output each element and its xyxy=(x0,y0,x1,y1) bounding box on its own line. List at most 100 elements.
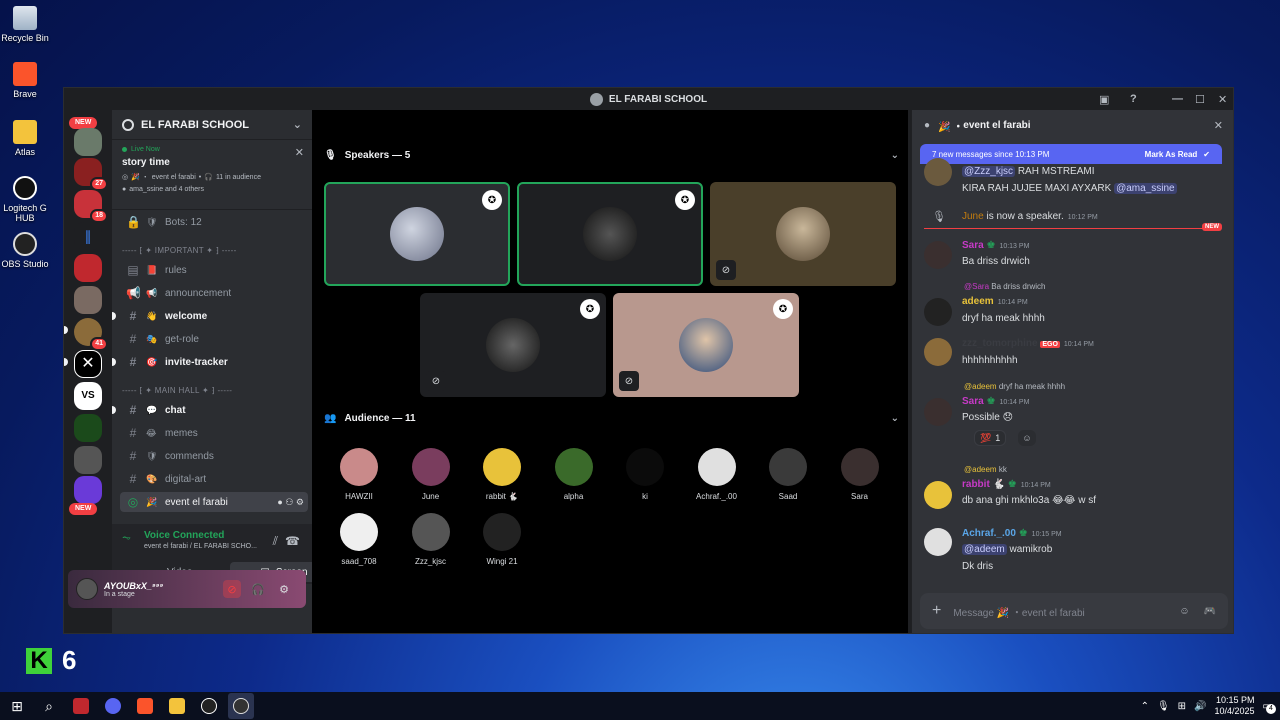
speaker-tile[interactable]: ⊘ xyxy=(710,182,896,286)
inbox-icon[interactable]: ▣ xyxy=(1099,88,1109,110)
server-icon[interactable]: 18 xyxy=(74,190,108,223)
speaker-tile[interactable]: ✪ xyxy=(517,182,703,286)
brave-icon[interactable] xyxy=(132,693,158,719)
audience-header[interactable]: 👥 Audience — 11 ⌄ xyxy=(324,413,899,424)
server-icon[interactable]: 41 xyxy=(74,318,108,351)
audience-name: Zzz_kjsc xyxy=(414,557,447,566)
message-input[interactable]: + Message 🎉 ・event el farabi ☺ 🎮 xyxy=(920,593,1228,629)
channel-get-role[interactable]: # 🎭 get-role xyxy=(120,329,308,349)
reaction[interactable]: 💯 1 xyxy=(974,430,1007,446)
desktop-icon-atlas[interactable]: Atlas xyxy=(0,120,50,157)
close-icon[interactable]: ✕ xyxy=(1214,119,1223,132)
live-stage-card[interactable]: Live Now story time ◎ 🎉 ・ event el farabi … xyxy=(112,140,312,210)
help-icon[interactable]: ? xyxy=(1130,88,1137,110)
channel-commends[interactable]: # 🛡 commends xyxy=(120,446,308,466)
speaker-tile[interactable]: ✪ ⊘ xyxy=(420,293,606,397)
chat-channel-name: event el farabi xyxy=(963,119,1031,131)
user-panel: AYOUBxX_⁹⁹⁹ In a stage ⊘ 🎧 ⚙ xyxy=(68,570,306,608)
server-icon[interactable] xyxy=(74,128,102,156)
hash-icon: # xyxy=(129,472,137,486)
notification-icon[interactable]: ▭4 xyxy=(1263,701,1276,714)
server-icon[interactable]: 27 xyxy=(74,158,108,191)
server-icon[interactable] xyxy=(74,286,102,314)
audience-name: saad_708 xyxy=(341,557,377,566)
desktop-icon-logitech[interactable]: Logitech G HUB xyxy=(0,176,50,223)
desktop-icon-brave[interactable]: Brave xyxy=(0,62,50,99)
audience-member[interactable]: ki xyxy=(615,448,675,501)
channel-memes[interactable]: # 😂 memes xyxy=(120,423,308,443)
settings-button[interactable]: ⚙ xyxy=(275,580,293,598)
moderator-icon: ✪ xyxy=(675,190,695,210)
channel-welcome[interactable]: # 👋 welcome xyxy=(112,306,308,326)
file-explorer-icon[interactable] xyxy=(164,693,190,719)
microphone-icon[interactable]: 🎙 xyxy=(1157,701,1170,712)
speakers-header[interactable]: 🎙 Speakers — 5 ⌄ xyxy=(324,150,899,161)
start-button[interactable]: ⊞ xyxy=(4,693,30,719)
audience-member[interactable]: Sara xyxy=(830,448,890,501)
speaker-tile[interactable]: ✪ ⊘ xyxy=(613,293,799,397)
chevron-up-icon[interactable]: ⌃ xyxy=(1141,701,1149,712)
obs-icon[interactable] xyxy=(228,693,254,719)
logitech-icon[interactable] xyxy=(196,693,222,719)
server-icon[interactable] xyxy=(74,476,102,504)
mark-as-read-button[interactable]: Mark As Read xyxy=(1145,150,1198,159)
add-attachment-icon[interactable]: + xyxy=(932,602,941,620)
disconnect-icon[interactable]: ☎ xyxy=(285,534,300,548)
voicemeeter-icon[interactable] xyxy=(68,693,94,719)
muted-mic-icon: ⊘ xyxy=(619,371,639,391)
mute-mic-button[interactable]: ⊘ xyxy=(223,580,241,598)
server-icon[interactable] xyxy=(74,414,102,442)
desktop-icon-recycle-bin[interactable]: Recycle Bin xyxy=(0,6,50,43)
volume-icon[interactable]: 🔊 xyxy=(1194,701,1206,712)
new-messages-bar[interactable]: 7 new messages since 10:13 PM Mark As Re… xyxy=(920,144,1222,164)
minimize-button[interactable]: — xyxy=(1172,88,1183,110)
server-icon[interactable] xyxy=(74,446,102,474)
desktop-icon-obs[interactable]: OBS Studio xyxy=(0,232,50,269)
audience-member[interactable]: Wingi 21 xyxy=(472,513,532,566)
clock[interactable]: 10:15 PM 10/4/2025 xyxy=(1215,695,1255,717)
avatar xyxy=(411,448,450,486)
channel-bots[interactable]: 🔒 🛡 Bots: 12 xyxy=(120,212,308,232)
channel-invite-tracker[interactable]: # 🎯 invite-tracker xyxy=(112,352,308,372)
channel-digital-art[interactable]: # 🎨 digital-art xyxy=(120,469,308,489)
gamepad-icon[interactable]: 🎮 xyxy=(1204,606,1216,617)
noise-suppression-icon[interactable]: ⫽ xyxy=(273,534,278,549)
avatar xyxy=(924,528,952,556)
chevron-down-icon: ⌄ xyxy=(292,119,302,131)
audience-member[interactable]: alpha xyxy=(544,448,604,501)
headphones-button[interactable]: 🎧 xyxy=(249,580,267,598)
channel-chat[interactable]: # 💬 chat xyxy=(112,400,308,420)
discord-icon[interactable] xyxy=(100,693,126,719)
audience-member[interactable]: Achraf._.00 xyxy=(687,448,747,501)
channel-rules[interactable]: ▤ 📕 rules xyxy=(120,260,308,280)
server-gear-icon xyxy=(122,118,134,131)
add-reaction-icon[interactable]: ☺ xyxy=(1018,430,1036,446)
category-important[interactable]: ----- ⁅ ✦ IMPORTANT ✦ ⁆ ----- xyxy=(122,246,237,255)
maximize-button[interactable]: ☐ xyxy=(1195,88,1205,110)
category-main-hall[interactable]: ----- ⁅ ✦ MAIN HALL ✦ ⁆ ----- xyxy=(122,386,232,395)
close-button[interactable]: ✕ xyxy=(1218,88,1227,110)
speaker-tile[interactable]: ✪ xyxy=(324,182,510,286)
username[interactable]: AYOUBxX_⁹⁹⁹ xyxy=(104,581,163,591)
close-icon[interactable]: ✕ xyxy=(295,146,304,159)
channel-settings-icons[interactable]: ● ⚇ ⚙ xyxy=(277,497,304,508)
audience-member[interactable]: Zzz_kjsc xyxy=(401,513,461,566)
server-icon[interactable] xyxy=(74,254,102,282)
server-header[interactable]: EL FARABI SCHOOL ⌄ xyxy=(112,110,312,140)
emoji-icon[interactable]: ☺ xyxy=(1179,606,1189,617)
channel-announcement[interactable]: 📢 📢 announcement xyxy=(120,283,308,303)
audience-member[interactable]: June xyxy=(401,448,461,501)
audience-member[interactable]: HAWZII xyxy=(329,448,389,501)
server-icon[interactable]: VS xyxy=(74,382,102,410)
server-icon[interactable]: ✕ xyxy=(74,350,102,378)
channel-event-el-farabi[interactable]: ◎ 🎉 event el farabi ● ⚇ ⚙ xyxy=(120,492,308,512)
audience-member[interactable]: Saad xyxy=(758,448,818,501)
avatar[interactable] xyxy=(76,578,98,600)
search-icon[interactable]: ⌕ xyxy=(36,693,62,719)
audience-member[interactable]: saad_708 xyxy=(329,513,389,566)
network-icon[interactable]: ⊞ xyxy=(1178,701,1186,712)
title-bar: EL FARABI SCHOOL ▣ ? — ☐ ✕ xyxy=(64,88,1233,110)
mark-read-icon: ✔ xyxy=(1203,149,1210,159)
server-icon[interactable]: ∥ xyxy=(74,222,102,250)
audience-member[interactable]: rabbit 🐇 xyxy=(472,448,532,501)
